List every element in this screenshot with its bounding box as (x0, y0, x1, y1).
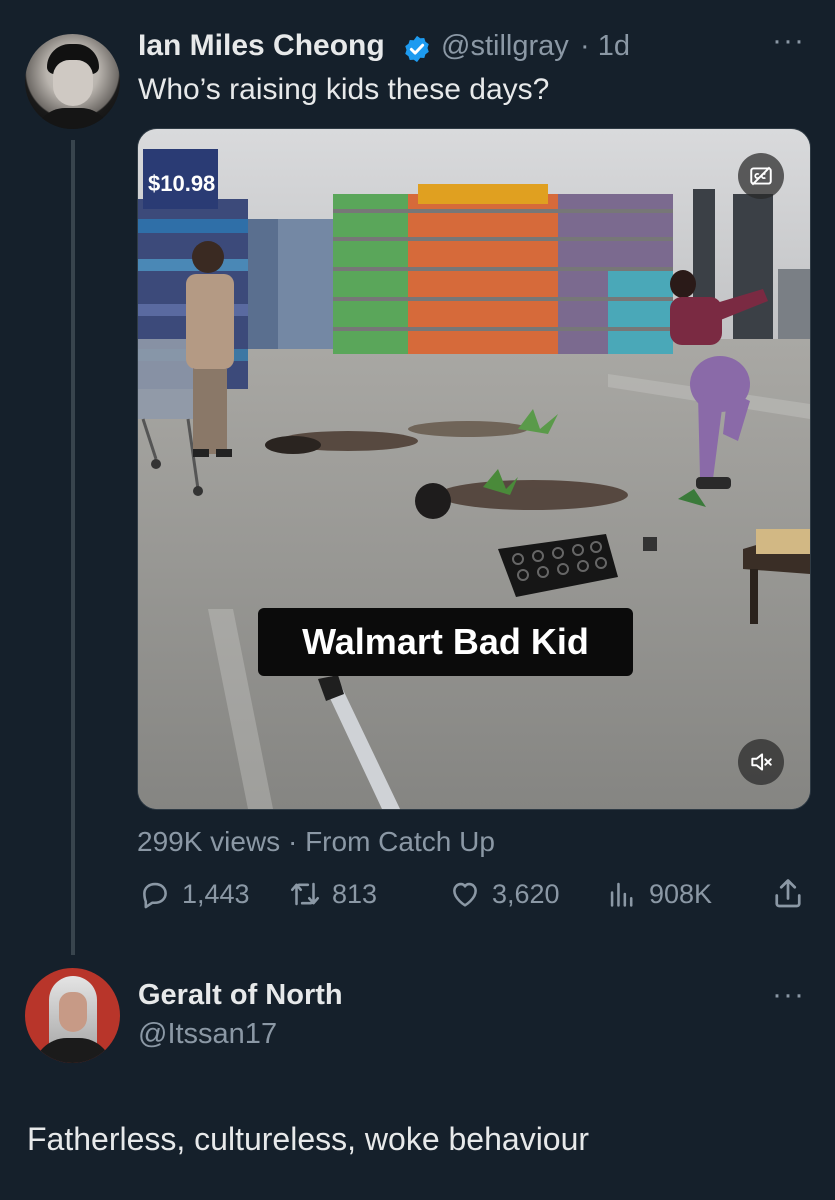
reply-author-name[interactable]: Geralt of North (138, 979, 343, 1012)
retweet-icon (290, 882, 320, 906)
views-button[interactable]: 908K (605, 874, 712, 914)
analytics-bars-icon (610, 882, 633, 907)
reply-author-avatar[interactable] (25, 968, 120, 1063)
author-handle[interactable]: @stillgray (441, 30, 569, 63)
reply-icon (143, 882, 167, 909)
closed-captions-icon (750, 166, 772, 186)
heart-icon (453, 882, 477, 907)
video-frame-image: $10.98 (138, 129, 810, 809)
share-button[interactable] (770, 874, 816, 914)
retweet-button[interactable]: 813 (288, 874, 377, 914)
author-name[interactable]: Ian Miles Cheong (138, 29, 385, 63)
share-upload-icon (775, 879, 801, 908)
reply-count: 1,443 (182, 878, 250, 909)
verified-badge-icon (405, 35, 429, 63)
price-tag: $10.98 (148, 171, 215, 196)
video-caption-overlay: Walmart Bad Kid (258, 608, 633, 676)
reply-text: Fatherless, cultureless, woke behaviour (27, 1121, 590, 1157)
tweet-timestamp[interactable]: · 1d (580, 30, 630, 63)
muted-speaker-icon (751, 753, 772, 771)
retweet-count: 813 (332, 878, 378, 909)
author-avatar[interactable] (25, 34, 120, 129)
views-count: 908K (649, 878, 713, 909)
tweet-text: Who’s raising kids these days? (138, 73, 550, 106)
reply-more-options-button[interactable]: ··· (772, 978, 805, 1012)
views-and-source: 299K views · From Catch Up (137, 826, 495, 857)
thread-connector-line (71, 140, 75, 955)
reply-author-handle[interactable]: @Itssan17 (138, 1018, 277, 1051)
like-button[interactable]: 3,620 (448, 874, 560, 914)
more-options-button[interactable]: ··· (772, 24, 805, 58)
reply-button[interactable]: 1,443 (138, 874, 250, 914)
video-player[interactable]: $10.98 (137, 128, 811, 810)
closed-captions-button[interactable] (738, 153, 784, 199)
like-count: 3,620 (492, 878, 560, 909)
mute-button[interactable] (738, 739, 784, 785)
